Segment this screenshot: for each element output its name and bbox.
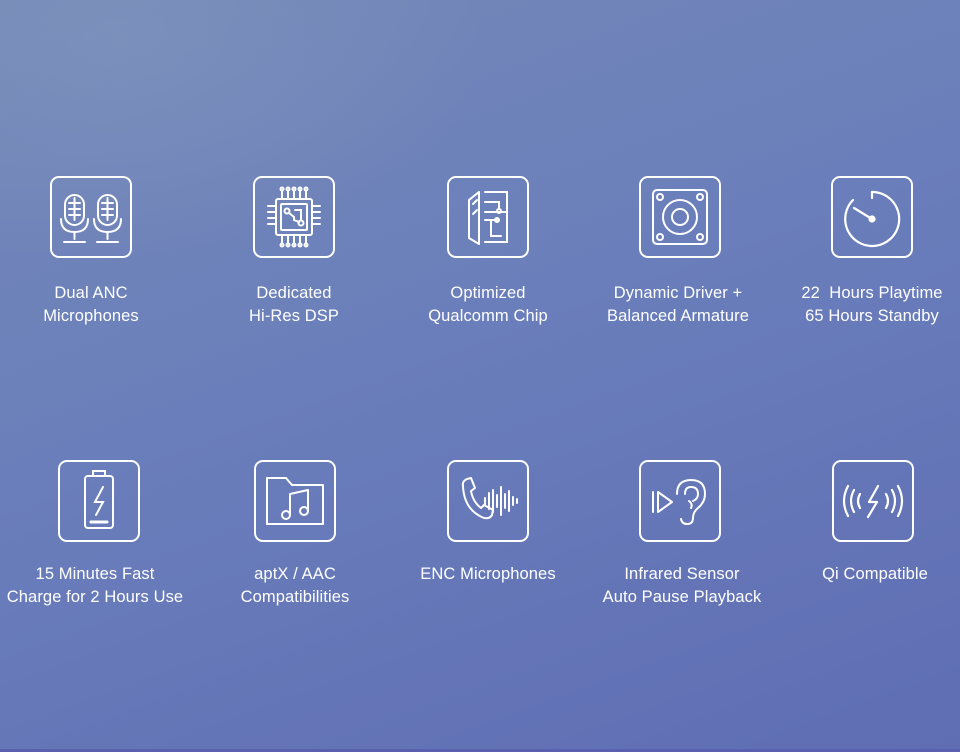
feature-label: Dynamic Driver + Balanced Armature xyxy=(606,284,750,325)
feature-label: Optimized Qualcomm Chip xyxy=(428,284,548,325)
dual-microphone-icon xyxy=(50,176,132,258)
background-glow xyxy=(0,0,960,752)
feature-label: ENC Microphones xyxy=(420,565,556,583)
dsp-chip-icon xyxy=(253,176,335,258)
speaker-driver-icon xyxy=(639,176,721,258)
qualcomm-chip-icon xyxy=(447,176,529,258)
feature-label: Infrared Sensor Auto Pause Playback xyxy=(602,565,762,606)
ear-sensor-icon xyxy=(639,460,721,542)
feature-label: 15 Minutes Fast Charge for 2 Hours Use xyxy=(6,565,184,606)
feature-label: Dedicated Hi-Res DSP xyxy=(249,284,339,325)
music-folder-icon xyxy=(254,460,336,542)
wireless-charging-icon xyxy=(832,460,914,542)
feature-label: 22 Hours Playtime 65 Hours Standby xyxy=(801,284,943,325)
feature-label: Dual ANC Microphones xyxy=(43,284,139,325)
feature-label: Qi Compatible xyxy=(822,565,928,583)
phone-soundwave-icon xyxy=(447,460,529,542)
timer-icon xyxy=(831,176,913,258)
battery-charge-icon xyxy=(58,460,140,542)
feature-label: aptX / AAC Compatibilities xyxy=(240,565,350,606)
